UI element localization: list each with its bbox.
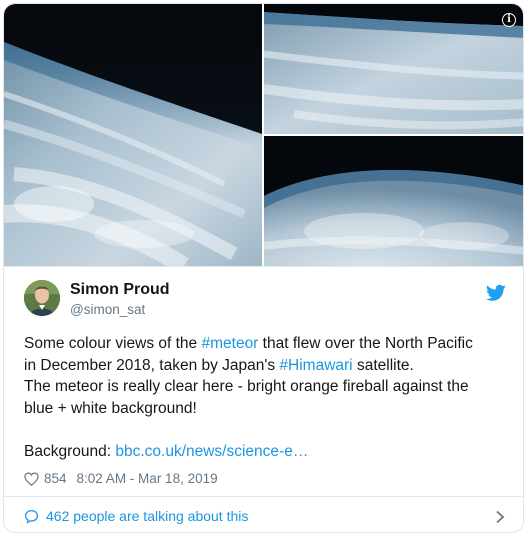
background-label: Background: <box>24 442 116 460</box>
author-name[interactable]: Simon Proud <box>70 281 170 299</box>
avatar[interactable] <box>24 280 60 316</box>
media-image-2[interactable]: i <box>264 4 523 134</box>
talking-about-link[interactable]: 462 people are talking about this <box>46 508 248 524</box>
footer-divider <box>4 496 523 497</box>
text-segment: that flew over the North Pacific <box>258 335 473 352</box>
earth-satellite-image <box>264 136 523 266</box>
media-image-3[interactable] <box>264 136 523 266</box>
media-image-1[interactable] <box>4 4 262 266</box>
earth-satellite-image <box>4 4 262 266</box>
earth-satellite-image <box>264 4 523 134</box>
conversation-footer[interactable]: 462 people are talking about this <box>24 506 505 528</box>
author-handle[interactable]: @simon_sat <box>70 302 145 317</box>
hashtag-himawari[interactable]: #Himawari <box>279 357 352 374</box>
text-segment: satellite. <box>352 356 414 374</box>
timestamp[interactable]: 8:02 AM - Mar 18, 2019 <box>77 471 218 486</box>
background-link[interactable]: bbc.co.uk/news/science-e… <box>115 443 308 460</box>
line-spacer <box>24 419 504 441</box>
reply-bubble-icon <box>24 509 39 524</box>
heart-icon[interactable] <box>24 471 39 486</box>
chevron-right-icon[interactable] <box>495 510 505 524</box>
media-divider <box>4 266 523 267</box>
like-count[interactable]: 854 <box>44 471 67 486</box>
tweet-media: i <box>4 4 523 266</box>
text-segment: Some colour views of the <box>24 335 202 352</box>
text-segment: in December 2018, taken by Japan's <box>24 356 280 374</box>
avatar-photo <box>24 280 60 316</box>
hashtag-meteor[interactable]: #meteor <box>201 335 258 352</box>
tweet-line-1: Some colour views of the #meteor that fl… <box>24 333 504 355</box>
tweet-meta: 854 8:02 AM - Mar 18, 2019 <box>24 471 218 486</box>
tweet-card: i Simon Proud @simon_sat Some colour vie… <box>3 3 524 533</box>
tweet-header: Simon Proud @simon_sat <box>24 280 506 320</box>
tweet-line-background: Background: bbc.co.uk/news/science-e… <box>24 441 504 463</box>
tweet-line-3: The meteor is really clear here - bright… <box>24 378 469 395</box>
twitter-bird-icon[interactable] <box>486 284 506 302</box>
tweet-text: Some colour views of the #meteor that fl… <box>24 333 504 462</box>
tweet-line-2: in December 2018, taken by Japan's #Hima… <box>24 355 504 377</box>
tweet-line-4: blue + white background! <box>24 399 197 417</box>
info-icon[interactable]: i <box>502 13 516 27</box>
